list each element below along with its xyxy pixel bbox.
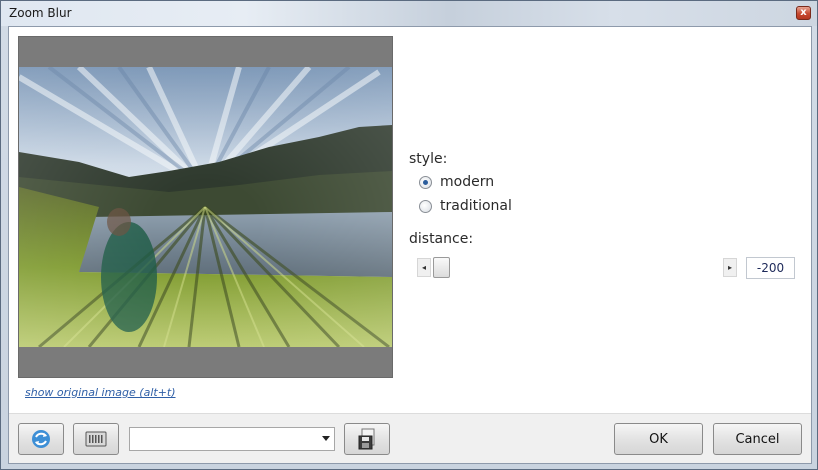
preset-dropdown[interactable] — [129, 427, 335, 451]
chevron-down-icon — [322, 436, 330, 441]
dialog-window: Zoom Blur x show original image (alt+t) … — [0, 0, 818, 470]
show-original-link[interactable]: show original image (alt+t) — [25, 386, 176, 399]
keyboard-icon — [85, 431, 107, 447]
distance-label: distance: — [409, 231, 474, 247]
refresh-icon — [32, 430, 50, 448]
slider-decrease-button[interactable]: ◂ — [417, 258, 431, 277]
ok-label: OK — [649, 431, 668, 447]
distance-value-input[interactable]: -200 — [746, 257, 795, 279]
arrow-left-icon: ◂ — [421, 263, 426, 272]
radio-traditional-label: traditional — [440, 198, 512, 214]
arrow-right-icon: ▸ — [727, 263, 732, 272]
dialog-content: show original image (alt+t) style: moder… — [8, 26, 812, 464]
distance-slider-thumb[interactable] — [433, 257, 450, 278]
preview-panel — [18, 36, 393, 378]
save-preset-button[interactable] — [344, 423, 390, 455]
close-icon: x — [800, 7, 807, 18]
bottom-toolbar: OK Cancel — [9, 413, 811, 463]
title-bar[interactable]: Zoom Blur x — [1, 1, 817, 26]
radio-modern[interactable]: modern — [419, 174, 494, 190]
cancel-button[interactable]: Cancel — [713, 423, 802, 455]
ok-button[interactable]: OK — [614, 423, 703, 455]
radio-icon-selected[interactable] — [419, 175, 432, 189]
reset-button[interactable] — [18, 423, 64, 455]
slider-increase-button[interactable]: ▸ — [723, 258, 737, 277]
close-button[interactable]: x — [796, 6, 811, 20]
style-label: style: — [409, 151, 448, 167]
cancel-label: Cancel — [735, 431, 780, 447]
preview-image — [19, 67, 392, 347]
radio-icon-unselected[interactable] — [419, 199, 432, 213]
window-title: Zoom Blur — [9, 6, 72, 20]
randomize-button[interactable] — [73, 423, 119, 455]
radio-modern-label: modern — [440, 174, 495, 190]
save-preset-icon — [358, 428, 375, 450]
radio-traditional[interactable]: traditional — [419, 198, 512, 214]
